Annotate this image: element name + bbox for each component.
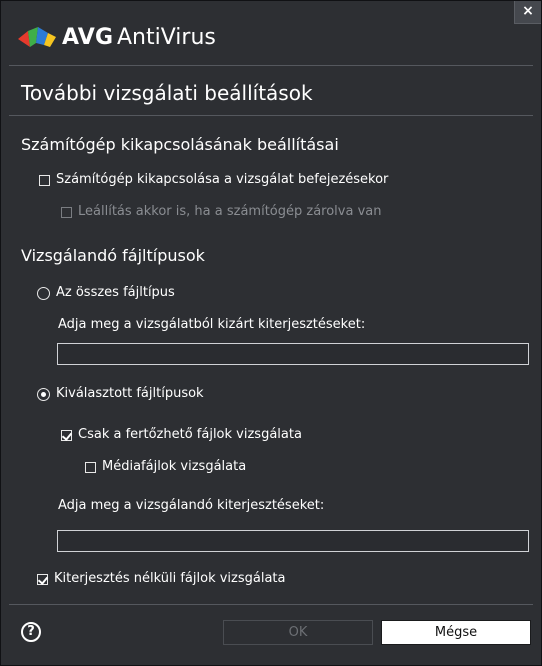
brand-name: AVG: [62, 25, 114, 50]
product-name: AntiVirus: [117, 25, 216, 50]
avg-logo-icon: [18, 27, 56, 47]
dialog-window: AVG AntiVirus × További vizsgálati beáll…: [0, 0, 542, 666]
selected-file-types-radio[interactable]: [37, 387, 50, 401]
heading-divider: [9, 115, 533, 116]
infectable-files-label: Csak a fertőzhető fájlok vizsgálata: [78, 427, 302, 442]
infectable-files-option[interactable]: Csak a fertőzhető fájlok vizsgálata: [61, 427, 302, 443]
include-extensions-input[interactable]: [57, 530, 529, 552]
no-extension-files-option[interactable]: Kiterjesztés nélküli fájlok vizsgálata: [37, 571, 286, 587]
shutdown-after-scan-option[interactable]: Számítógép kikapcsolása a vizsgálat befe…: [39, 172, 388, 188]
shutdown-after-scan-checkbox[interactable]: [39, 174, 50, 186]
file-types-section-heading: Vizsgálandó fájltípusok: [21, 246, 205, 265]
no-extension-files-checkbox[interactable]: [37, 573, 48, 585]
no-extension-files-label: Kiterjesztés nélküli fájlok vizsgálata: [54, 571, 286, 586]
force-shutdown-locked-label: Leállítás akkor is, ha a számítógép záro…: [78, 204, 382, 219]
media-files-checkbox[interactable]: [85, 461, 96, 473]
shutdown-section-heading: Számítógép kikapcsolásának beállításai: [21, 135, 339, 154]
footer-divider: [9, 604, 533, 605]
exclude-extensions-input[interactable]: [57, 343, 529, 365]
help-icon[interactable]: ?: [21, 622, 41, 642]
all-file-types-option[interactable]: Az összes fájltípus: [37, 285, 175, 301]
include-extensions-prompt: Adja meg a vizsgálandó kiterjesztéseket:: [58, 498, 325, 513]
exclude-extensions-prompt: Adja meg a vizsgálatból kizárt kiterjesz…: [58, 317, 366, 332]
title-bar: AVG AntiVirus ×: [1, 1, 541, 63]
selected-file-types-option[interactable]: Kiválasztott fájltípusok: [37, 386, 204, 402]
media-files-option[interactable]: Médiafájlok vizsgálata: [85, 459, 246, 475]
infectable-files-checkbox[interactable]: [61, 429, 72, 441]
page-title: További vizsgálati beállítások: [21, 81, 313, 105]
close-button[interactable]: ×: [514, 1, 541, 24]
media-files-label: Médiafájlok vizsgálata: [102, 459, 247, 474]
all-file-types-radio[interactable]: [37, 286, 50, 300]
all-file-types-label: Az összes fájltípus: [56, 285, 175, 300]
ok-button[interactable]: OK: [223, 620, 373, 645]
force-shutdown-locked-checkbox: [61, 206, 72, 218]
shutdown-after-scan-label: Számítógép kikapcsolása a vizsgálat befe…: [56, 172, 389, 187]
cancel-button[interactable]: Mégse: [381, 620, 531, 645]
force-shutdown-locked-option: Leállítás akkor is, ha a számítógép záro…: [61, 204, 382, 220]
selected-file-types-label: Kiválasztott fájltípusok: [56, 386, 204, 401]
title-divider: [9, 65, 533, 66]
